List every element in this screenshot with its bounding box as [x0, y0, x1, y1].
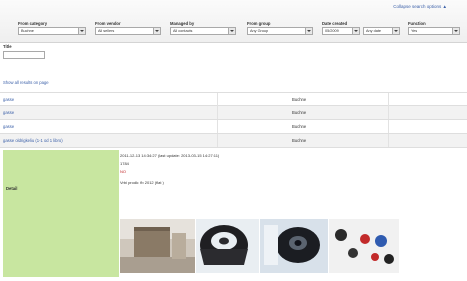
chevron-down-icon — [228, 28, 235, 34]
row-category: Buchne — [292, 124, 307, 129]
date-created-from-select[interactable]: 05/2009 — [322, 27, 360, 35]
detail-note: Vrbi prodk: fb 2012 (flat ) — [120, 180, 164, 185]
row-name-link[interactable]: gasse oldrigkeliu (1-1 od 1 libro) — [3, 138, 63, 143]
chevron-down-icon — [392, 28, 399, 34]
function-select-value: Yes — [411, 29, 418, 33]
row-category: Buchne — [292, 110, 307, 115]
managed-by-select-value: All contacts — [173, 29, 193, 33]
column-divider — [388, 120, 389, 133]
filter-label-function: Function — [408, 21, 426, 26]
filter-label-group: From group — [247, 21, 271, 26]
chevron-down-icon — [153, 28, 160, 34]
date-created-from-value: 05/2009 — [325, 29, 339, 33]
product-photo-4[interactable] — [329, 219, 399, 273]
column-divider — [388, 93, 389, 106]
table-row[interactable]: gasse oldrigkeliu (1-1 od 1 libro) Buchn… — [0, 134, 467, 148]
detail-flag: NO — [120, 169, 126, 174]
vendor-select-value: All sellers — [98, 29, 115, 33]
row-name-link[interactable]: gasse — [3, 97, 14, 102]
date-created-range-value: Any date — [366, 29, 381, 33]
product-photo-1[interactable] — [120, 219, 195, 273]
column-divider — [217, 120, 218, 133]
column-divider — [388, 134, 389, 147]
search-input[interactable] — [3, 51, 45, 59]
row-name-link[interactable]: gasse — [3, 124, 14, 129]
table-row[interactable]: gasse Buchne — [0, 106, 467, 120]
column-divider — [217, 93, 218, 106]
vendor-select[interactable]: All sellers — [95, 27, 161, 35]
detail-side-panel — [3, 150, 119, 277]
detail-code: 1784 — [120, 161, 129, 166]
date-created-range-select[interactable]: Any date — [363, 27, 400, 35]
category-select-value: Buchne — [21, 29, 34, 33]
filter-label-managed-by: Managed by — [170, 21, 195, 26]
product-photo-2[interactable] — [196, 219, 259, 273]
filter-label-vendor: From vendor — [95, 21, 121, 26]
detail-created-date: 2011-12-13 14:34:27 (last update: 2013-0… — [120, 153, 220, 158]
group-select[interactable]: Any Group — [247, 27, 313, 35]
table-row[interactable]: gasse Buchne — [0, 92, 467, 106]
managed-by-select[interactable]: All contacts — [170, 27, 236, 35]
chevron-down-icon — [78, 28, 85, 34]
column-divider — [217, 134, 218, 147]
product-photo-3[interactable] — [260, 219, 328, 273]
filter-label-category: From category — [18, 21, 48, 26]
chevron-down-icon — [452, 28, 459, 34]
chevron-down-icon — [305, 28, 312, 34]
column-divider — [388, 106, 389, 119]
row-name-link[interactable]: gasse — [3, 110, 14, 115]
table-row[interactable]: gasse Buchne — [0, 120, 467, 134]
search-field-label: Title — [3, 44, 12, 49]
group-select-value: Any Group — [250, 29, 269, 33]
row-category: Buchne — [292, 97, 307, 102]
filter-label-date-created: Date created — [322, 21, 348, 26]
column-divider — [217, 106, 218, 119]
collapse-search-options-link[interactable]: Collapse search options ▲ — [393, 4, 447, 9]
show-all-results-link[interactable]: Show all results on page — [3, 80, 49, 85]
detail-label: Detail — [6, 186, 18, 191]
category-select[interactable]: Buchne — [18, 27, 86, 35]
chevron-down-icon — [352, 28, 359, 34]
function-select[interactable]: Yes — [408, 27, 460, 35]
row-category: Buchne — [292, 138, 307, 143]
